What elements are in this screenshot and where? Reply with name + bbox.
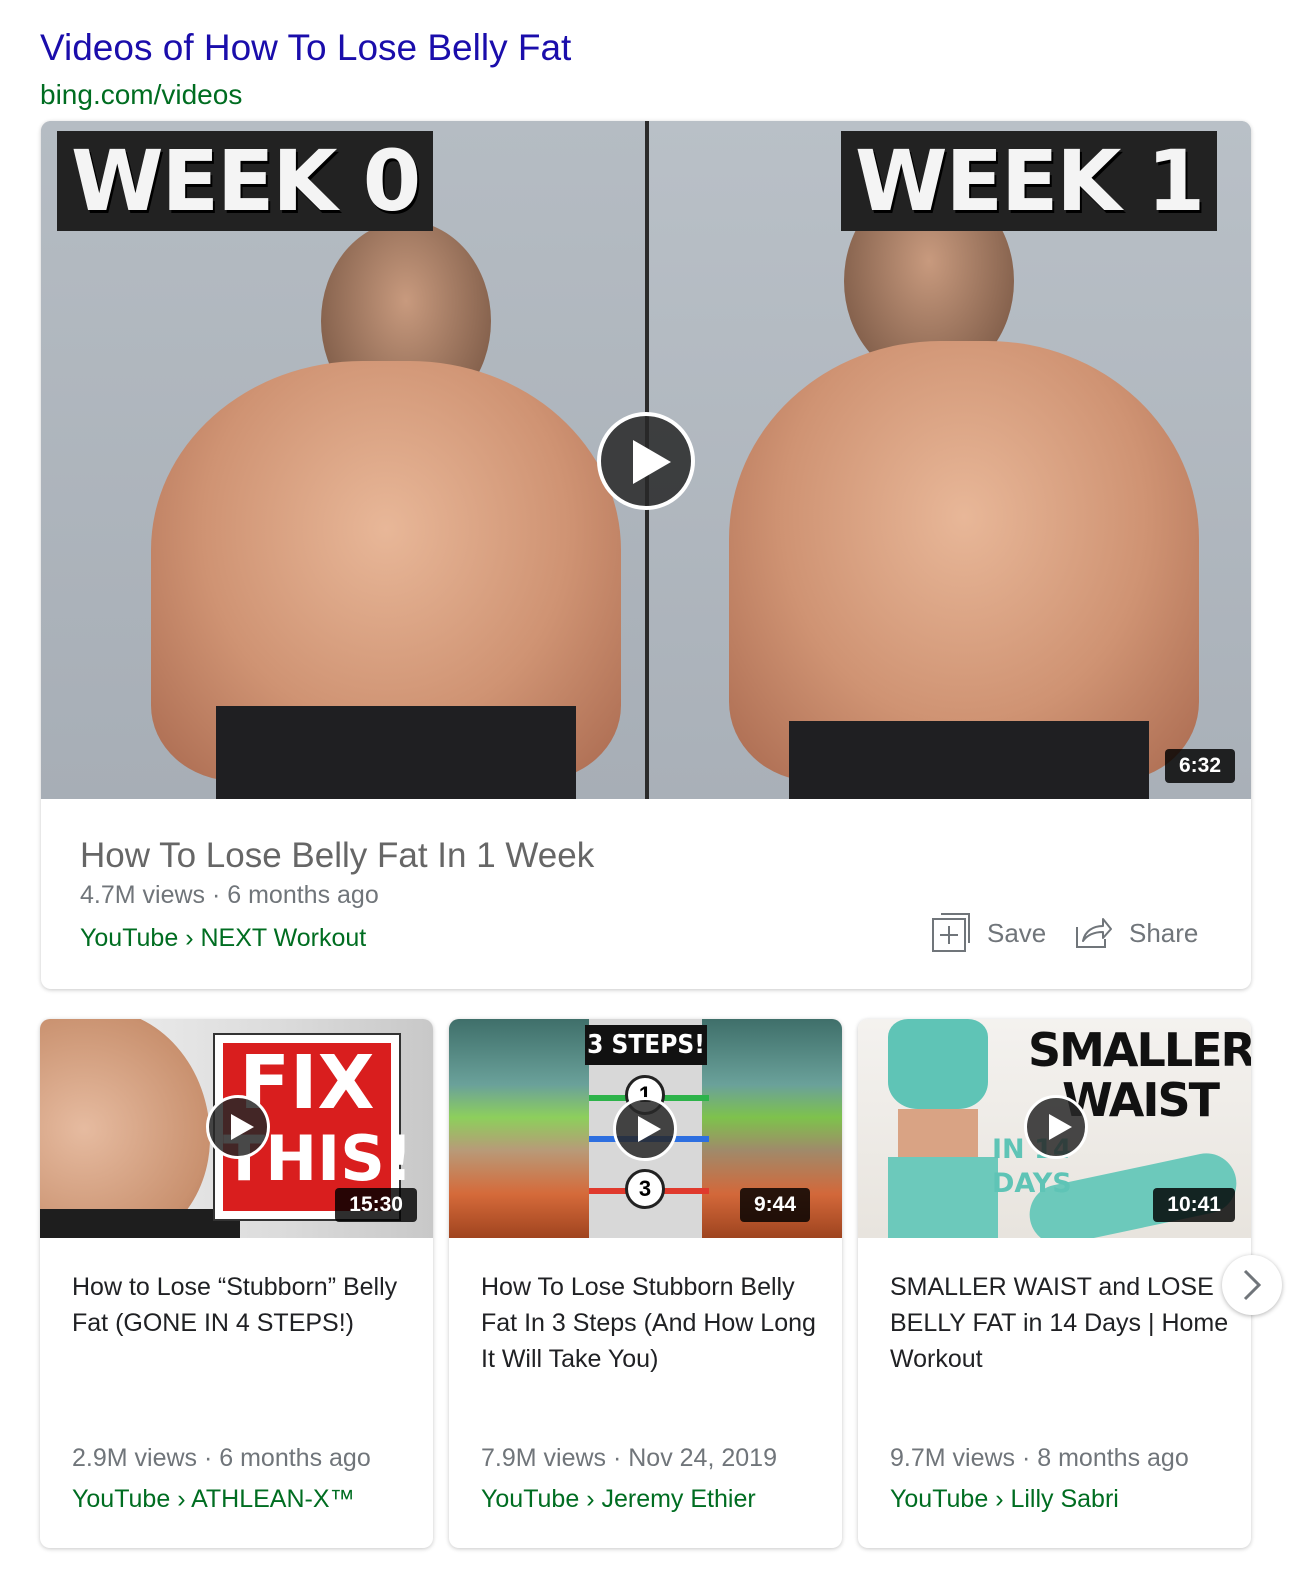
step-3-badge: 3 (625, 1169, 665, 1209)
video-source[interactable]: YouTube › NEXT Workout (80, 922, 366, 954)
play-icon (231, 1114, 254, 1140)
source-url: bing.com/videos (40, 79, 243, 110)
play-button[interactable] (613, 1097, 677, 1161)
featured-video-card[interactable]: WEEK 0 WEEK 1 6:32 How To Lose Belly Fat… (41, 121, 1251, 989)
chevron-right-icon (1243, 1269, 1262, 1301)
thumbnail-label-week-0: WEEK 0 (57, 131, 434, 231)
play-icon (1049, 1114, 1072, 1140)
video-title[interactable]: How to Lose “Stubborn” Belly Fat (GONE I… (72, 1269, 412, 1341)
share-button[interactable]: Share (1073, 913, 1198, 953)
play-button[interactable] (597, 412, 695, 510)
video-title[interactable]: How To Lose Belly Fat In 1 Week (80, 835, 594, 877)
video-duration-badge: 10:41 (1153, 1188, 1235, 1222)
video-thumbnail[interactable]: SMALLER WAIST IN 14 DAYS 10:41 (858, 1019, 1251, 1238)
video-meta: 7.9M views · Nov 24, 2019 (481, 1444, 777, 1472)
video-source[interactable]: YouTube › Lilly Sabri (890, 1483, 1119, 1515)
video-duration-badge: 6:32 (1164, 749, 1235, 783)
share-arrow-icon (1076, 918, 1112, 948)
play-icon (633, 440, 671, 484)
carousel-next-button[interactable] (1222, 1255, 1282, 1315)
thumbnail-banner: 3 STEPS! (585, 1025, 707, 1065)
video-card[interactable]: FIX THIS! 15:30 How to Lose “Stubborn” B… (40, 1019, 433, 1548)
share-label: Share (1129, 917, 1199, 948)
featured-video-info: How To Lose Belly Fat In 1 Week 4.7M vie… (41, 799, 1251, 989)
video-thumbnail[interactable]: 3 STEPS! 1 3 9:44 (449, 1019, 842, 1238)
video-title[interactable]: How To Lose Stubborn Belly Fat In 3 Step… (481, 1269, 821, 1377)
play-button[interactable] (1024, 1095, 1088, 1159)
save-button[interactable]: Save (931, 913, 1046, 953)
add-box-icon (932, 913, 970, 952)
thumbnail-label-week-1: WEEK 1 (841, 131, 1218, 231)
video-meta: 4.7M views · 6 months ago (80, 881, 379, 909)
video-meta: 9.7M views · 8 months ago (890, 1444, 1189, 1472)
video-thumbnail[interactable]: FIX THIS! 15:30 (40, 1019, 433, 1238)
save-label: Save (987, 917, 1047, 948)
play-icon (638, 1116, 661, 1142)
thumbnail-text-line1: SMALLER (1028, 1023, 1251, 1077)
video-meta: 2.9M views · 6 months ago (72, 1444, 371, 1472)
video-source[interactable]: YouTube › ATHLEAN-X™ (72, 1483, 355, 1515)
video-source[interactable]: YouTube › Jeremy Ethier (481, 1483, 756, 1515)
video-card[interactable]: SMALLER WAIST IN 14 DAYS 10:41 SMALLER W… (858, 1019, 1251, 1548)
video-results-heading-link[interactable]: Videos of How To Lose Belly Fat (40, 26, 571, 70)
video-card[interactable]: 3 STEPS! 1 3 9:44 How To Lose Stubborn B… (449, 1019, 842, 1548)
video-duration-badge: 9:44 (739, 1188, 810, 1222)
play-button[interactable] (206, 1095, 270, 1159)
video-title[interactable]: SMALLER WAIST and LOSE BELLY FAT in 14 D… (890, 1269, 1230, 1377)
video-duration-badge: 15:30 (335, 1188, 417, 1222)
featured-video-thumbnail[interactable]: WEEK 0 WEEK 1 6:32 (41, 121, 1251, 799)
